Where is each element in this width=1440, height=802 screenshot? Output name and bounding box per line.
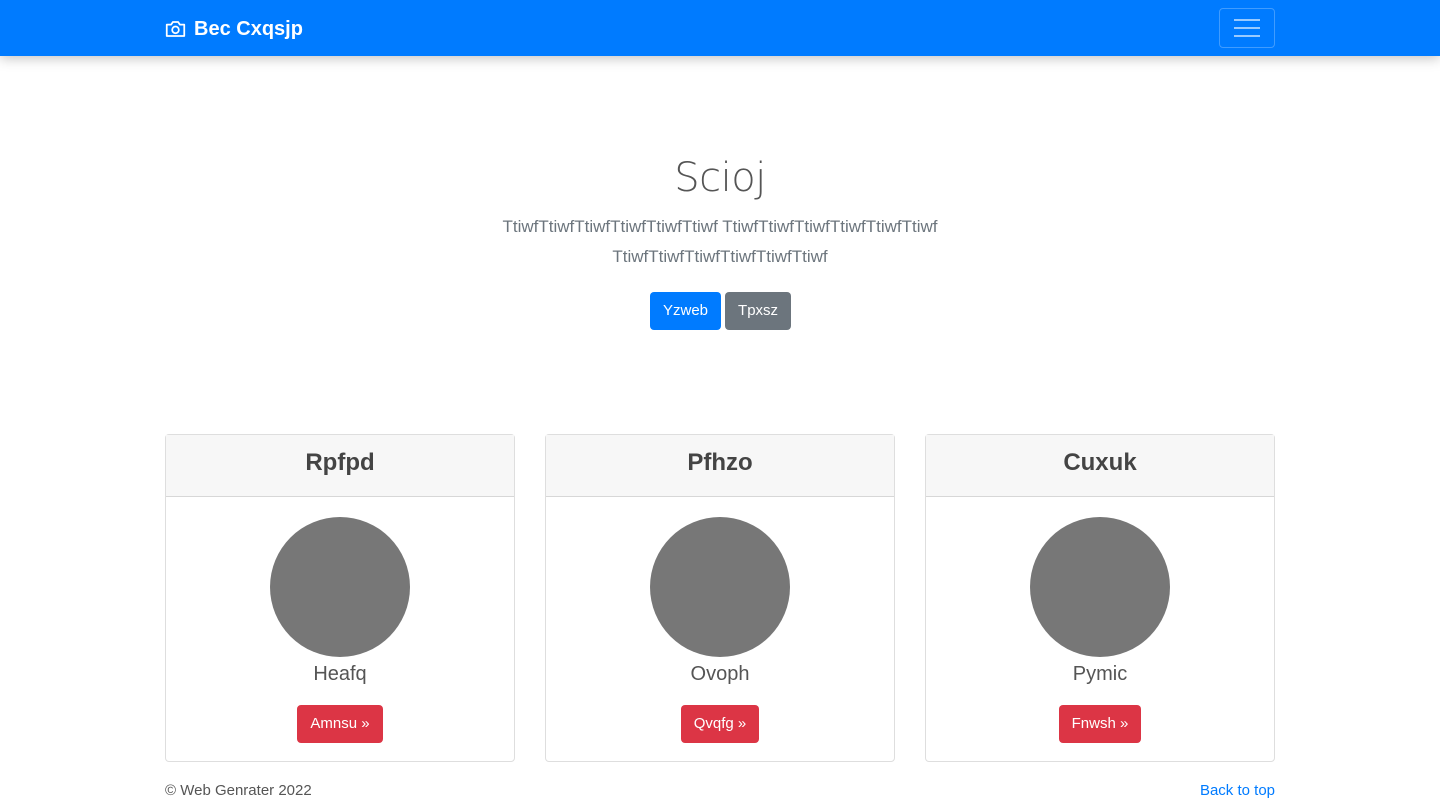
avatar-placeholder [270,517,410,657]
hero-secondary-button[interactable]: Tpxsz [725,292,792,330]
card-header: Cuxuk [926,435,1274,497]
camera-icon [165,21,186,37]
avatar-placeholder [650,517,790,657]
back-to-top-link[interactable]: Back to top [1200,780,1275,802]
hero-primary-button[interactable]: Yzweb [650,292,722,330]
card-3: Cuxuk Pymic Fnwsh » [925,434,1275,762]
card-2: Pfhzo Ovoph Qvqfg » [545,434,895,762]
hamburger-icon [1234,19,1260,37]
brand-link[interactable]: Bec Cxqsjp [165,16,303,42]
brand-text: Bec Cxqsjp [194,17,303,40]
card-1: Rpfpd Heafq Amnsu » [165,434,515,762]
avatar-placeholder [1030,517,1170,657]
card-text: Pymic [1072,663,1128,685]
hero-title: Scioj [674,155,766,201]
card-text: Heafq [313,663,367,685]
card-button[interactable]: Amnsu » [297,705,383,743]
hero-lead-text: TtiwfTtiwfTtiwfTtiwfTtiwfTtiwf TtiwfTtiw… [502,217,938,266]
card-header: Rpfpd [166,435,514,497]
hero-button-group: Yzweb Tpxsz [650,292,792,330]
card-button[interactable]: Qvqfg » [680,705,760,743]
card-text: Ovoph [690,663,750,685]
hero-section: Scioj TtiwfTtiwfTtiwfTtiwfTtiwfTtiwf Tti… [0,150,1440,330]
card-header: Pfhzo [546,435,894,497]
card-button[interactable]: Fnwsh » [1058,705,1142,743]
navbar: Bec Cxqsjp [0,0,1440,56]
navbar-toggler-button[interactable] [1219,8,1275,48]
footer-copyright: © Web Genrater 2022 [165,782,312,799]
